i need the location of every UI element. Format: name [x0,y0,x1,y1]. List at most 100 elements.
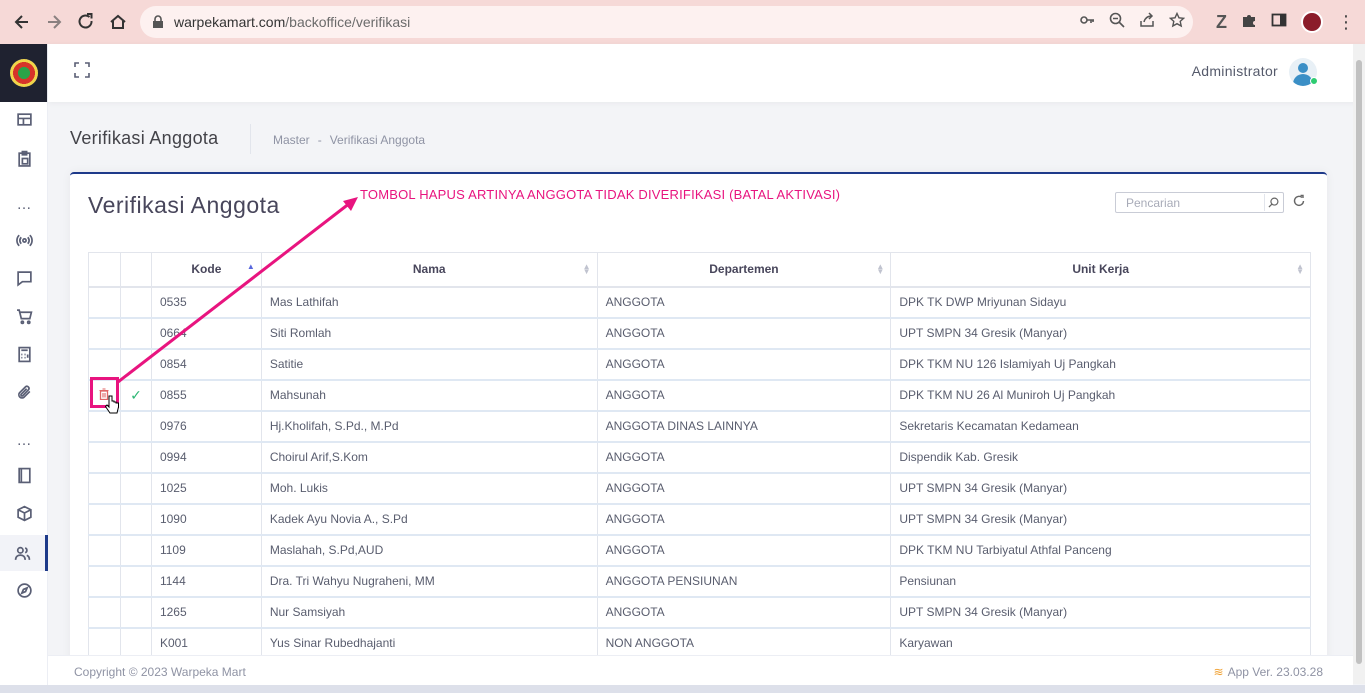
calculator-icon[interactable] [0,339,48,369]
profile-avatar[interactable] [1301,11,1323,33]
table-row[interactable]: 0994 Choirul Arif,S.Kom ANGGOTA Dispendik K… [88,441,1311,474]
cell-departemen: ANGGOTA [596,472,892,505]
table-row[interactable]: K001 Yus Sinar Rubedhajanti NON ANGGOTA Kar… [88,627,1311,660]
verify-cell [119,441,152,474]
refresh-icon[interactable] [1292,194,1306,208]
table-row[interactable]: 1025 Moh. Lukis ANGGOTA UPT SMPN 34 Gresik … [88,472,1311,505]
chat-icon[interactable] [0,263,48,293]
cell-departemen: ANGGOTA [596,348,892,381]
breadcrumb-separator: - [317,133,322,147]
members-table: Kode ▲ Nama ▲ ▼ Departemen ▲ ▼ Unit Kerja ▲ ▼ 0… [88,252,1311,660]
cell-nama: Kadek Ayu Novia A., S.Pd [260,503,598,536]
annotation-text: TOMBOL HAPUS ARTINYA ANGGOTA TIDAK DIVER… [360,187,841,202]
cell-kode: K001 [150,627,262,660]
sort-icon[interactable]: ▲ ▼ [1296,263,1304,276]
logo-mark [9,59,38,87]
cell-kode: 0664 [150,317,262,350]
cell-nama: Mas Lathifah [260,286,598,319]
bottom-strip [0,685,1365,693]
zoom-icon[interactable] [1109,12,1125,32]
browser-toolbar: warpekamart.com/backoffice/verifikasi Z … [0,0,1365,44]
cell-departemen: NON ANGGOTA [596,627,892,660]
expand-icon[interactable] [74,62,90,78]
delete-cell [88,286,121,319]
column-header-departemen[interactable]: Departemen ▲ ▼ [596,252,892,288]
footer: Copyright © 2023 Warpeka Mart ≋ App Ver. … [48,655,1353,685]
cell-unit-kerja: UPT SMPN 34 Gresik (Manyar) [890,317,1311,350]
compass-icon[interactable] [0,575,48,605]
table-row[interactable]: 0664 Siti Romlah ANGGOTA UPT SMPN 34 Gresik… [88,317,1311,350]
search-icon[interactable] [1264,194,1282,211]
menu-icon[interactable]: ⋮ [1337,13,1355,31]
verify-cell [119,348,152,381]
column-header-kode[interactable]: Kode ▲ [150,252,262,288]
table-row[interactable]: 0854 Satitie ANGGOTA DPK TKM NU 126 Islamiy… [88,348,1311,381]
delete-cell [88,534,121,567]
cell-kode: 1090 [150,503,262,536]
search-input[interactable] [1116,193,1256,212]
verification-card: Verifikasi Anggota Kode ▲ Nama ▲▼ Departem… [70,172,1327,693]
key-icon[interactable] [1079,12,1095,32]
box-icon[interactable] [0,498,48,528]
cell-unit-kerja: Dispendik Kab. Gresik [890,441,1311,474]
sort-icon[interactable]: ▲ ▼ [876,263,884,276]
delete-cell [88,627,121,660]
cell-nama: Dra. Tri Wahyu Nugraheni, MM [260,565,598,598]
top-header: Administrator [48,44,1365,102]
column-header-nama[interactable]: Nama ▲ ▼ [260,252,598,288]
subheader: Verifikasi Anggota Master - Verifikasi Ang… [48,102,1353,172]
check-icon[interactable]: ✓ [130,387,142,403]
cell-unit-kerja: DPK TK DWP Mriyunan Sidayu [890,286,1311,319]
page-scrollbar[interactable] [1353,44,1365,684]
star-icon[interactable] [1168,11,1186,32]
cell-departemen: ANGGOTA [596,596,892,629]
breadcrumb: Master - Verifikasi Anggota [273,133,433,147]
sort-icon[interactable]: ▲ ▼ [583,263,591,276]
online-status-dot [1310,77,1318,85]
verify-cell [119,410,152,443]
cell-unit-kerja: UPT SMPN 34 Gresik (Manyar) [890,596,1311,629]
table-row[interactable]: ✓ 0855 Mahsunah ANGGOTA DPK TKM NU 26 Al Mun… [88,379,1311,412]
paperclip-icon[interactable] [0,377,48,407]
breadcrumb-item-current[interactable]: Verifikasi Anggota [330,133,425,147]
extension-icon[interactable]: Z [1216,12,1227,33]
table-row[interactable]: 1109 Maslahah, S.Pd,AUD ANGGOTA DPK TKM NU … [88,534,1311,567]
table-row[interactable]: 1265 Nur Samsiyah ANGGOTA UPT SMPN 34 Gresi… [88,596,1311,629]
user-name[interactable]: Administrator [1192,63,1278,79]
app-logo[interactable] [0,44,47,102]
cell-nama: Hj.Kholifah, S.Pd., M.Pd [260,410,598,443]
reload-icon[interactable] [70,6,102,38]
table-row[interactable]: 1090 Kadek Ayu Novia A., S.Pd ANGGOTA UPT S… [88,503,1311,536]
cell-departemen: ANGGOTA [596,379,892,412]
table-row[interactable]: 0976 Hj.Kholifah, S.Pd., M.Pd ANGGOTA DINA… [88,410,1311,443]
back-icon[interactable] [6,6,38,38]
share-icon[interactable] [1139,12,1155,32]
column-header-unit-kerja[interactable]: Unit Kerja ▲ ▼ [890,252,1311,288]
lock-icon [153,15,163,28]
book-icon[interactable] [0,460,48,490]
breadcrumb-item-master[interactable]: Master [273,133,310,147]
cart-icon[interactable] [0,301,48,331]
puzzle-icon[interactable] [1241,12,1257,33]
url-text: warpekamart.com/backoffice/verifikasi [174,14,411,30]
subheader-separator [250,124,251,154]
sort-asc-icon[interactable]: ▲ [247,263,255,271]
cell-nama: Siti Romlah [260,317,598,350]
broadcast-icon[interactable] [0,225,48,255]
address-bar[interactable]: warpekamart.com/backoffice/verifikasi [140,6,1193,38]
dashboard-icon[interactable] [0,104,48,134]
table-row[interactable]: 0535 Mas Lathifah ANGGOTA DPK TK DWP Mriyun… [88,286,1311,319]
sidepanel-icon[interactable] [1271,12,1287,33]
verify-cell [119,286,152,319]
table-row[interactable]: 1144 Dra. Tri Wahyu Nugraheni, MM ANGGOTA … [88,565,1311,598]
cell-nama: Moh. Lukis [260,472,598,505]
copyright-text: Copyright © 2023 Warpeka Mart [74,665,246,679]
cell-departemen: ANGGOTA PENSIUNAN [596,565,892,598]
verify-cell[interactable]: ✓ [119,379,152,412]
home-icon[interactable] [102,6,134,38]
clipboard-icon[interactable] [0,143,48,173]
forward-icon[interactable] [38,6,70,38]
users-icon[interactable] [0,535,48,571]
cell-departemen: ANGGOTA [596,286,892,319]
cell-unit-kerja: UPT SMPN 34 Gresik (Manyar) [890,472,1311,505]
